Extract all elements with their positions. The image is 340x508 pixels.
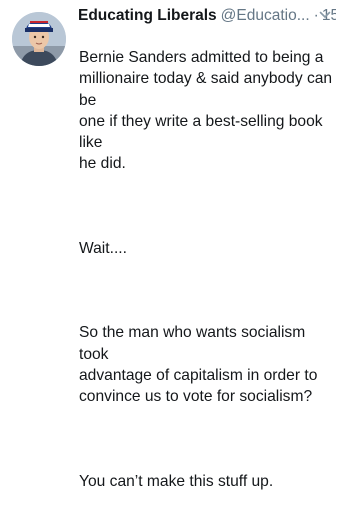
display-name[interactable]: Educating Liberals — [78, 7, 217, 24]
tweet-paragraph: Wait.... — [79, 239, 127, 257]
tweet-paragraph: So the man who wants socialism took adva… — [79, 324, 318, 406]
tweet-paragraph: You can’t make this stuff up. — [79, 472, 274, 490]
user-handle[interactable]: @Educatio... — [221, 7, 310, 24]
avatar-image — [12, 12, 66, 66]
tweet-card: Educating Liberals@Educatio...·15h Berni… — [0, 0, 340, 490]
tweet-body: Bernie Sanders admitted to being a milli… — [79, 26, 337, 508]
tweet-paragraph: Bernie Sanders admitted to being a milli… — [79, 49, 333, 173]
chevron-down-icon[interactable] — [319, 10, 331, 20]
tweet-header: Educating Liberals@Educatio...·15h — [78, 6, 336, 26]
avatar[interactable] — [12, 12, 66, 66]
